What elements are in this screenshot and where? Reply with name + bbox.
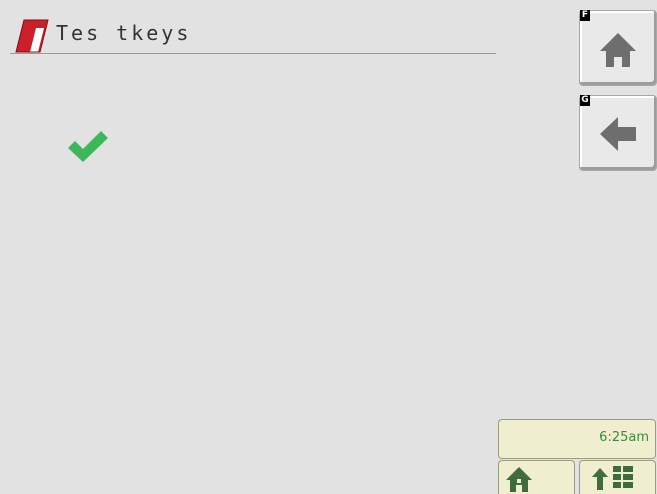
clock-time: 6:25am: [599, 430, 649, 445]
softkey-label-g: G: [580, 95, 590, 106]
home-icon: [506, 467, 532, 492]
checkmark-icon: [68, 131, 108, 162]
page-title: Tes tkeys: [56, 21, 192, 45]
up-arrow-menu-icon: [592, 466, 633, 490]
softkey-label-f: F: [580, 10, 590, 21]
home-bottom-button[interactable]: [498, 460, 575, 494]
header: Tes tkeys: [10, 10, 496, 54]
home-softkey-button[interactable]: [579, 10, 657, 86]
header-divider: [10, 53, 496, 54]
back-arrow-icon: [600, 117, 636, 151]
clock-panel: 6:25am: [498, 419, 656, 459]
home-icon: [600, 33, 636, 67]
back-softkey-button[interactable]: [579, 95, 657, 171]
menu-bottom-button[interactable]: [579, 460, 656, 494]
app-logo-icon: [15, 19, 49, 53]
